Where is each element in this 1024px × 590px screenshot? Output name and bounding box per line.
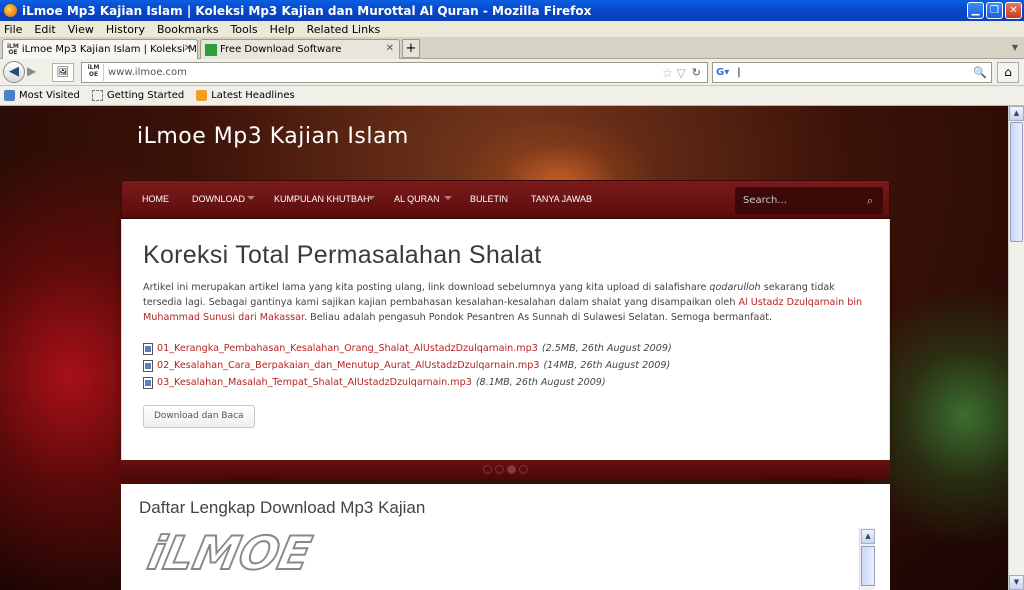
scroll-up-icon[interactable]: ▲ [861,529,875,544]
forward-button[interactable]: ▶ [27,64,36,78]
rss-icon [196,90,208,101]
ilmoe-logo: iLMOE [143,525,317,580]
slider-dot[interactable] [495,465,504,474]
nav-tanya-jawab[interactable]: TANYA JAWAB [531,194,592,204]
file-meta: (14MB, 26th August 2009) [543,360,671,371]
tab-label: iLmoe Mp3 Kajian Islam | Koleksi Mp3 Kaj… [21,44,197,55]
inner-scrollbar[interactable]: ▲ [859,528,875,590]
new-tab-button[interactable]: + [402,39,420,58]
svg-text:iLMOE: iLMOE [143,526,316,579]
nav-kumpulan-khutbah[interactable]: KUMPULAN KHUTBAH [274,194,370,204]
file-meta: (8.1MB, 26th August 2009) [475,377,606,388]
scroll-thumb[interactable] [861,546,875,586]
navigation-toolbar: ◀ ▶ 🖼 iLM OE www.ilmoe.com ☆ ▽ ↻ G▾ | 🔍 ⌂ [0,59,1024,86]
menu-related-links[interactable]: Related Links [307,23,381,36]
back-button[interactable]: ◀ [3,61,25,83]
article-title[interactable]: Koreksi Total Permasalahan Shalat [143,241,542,270]
firefox-icon [4,4,17,17]
tab-free-download[interactable]: Free Download Software ✕ [200,39,400,59]
page-scrollbar[interactable]: ▲ ▼ [1008,106,1024,590]
chevron-down-icon [444,196,452,200]
scroll-thumb[interactable] [1010,122,1023,242]
slider-dot-active[interactable] [507,465,516,474]
bookmark-most-visited[interactable]: Most Visited [4,90,80,101]
bookmark-latest-headlines[interactable]: Latest Headlines [196,90,295,101]
tab-close-icon[interactable]: ✕ [386,43,394,54]
menu-help[interactable]: Help [270,23,295,36]
menu-history[interactable]: History [106,23,145,36]
slider-dot[interactable] [483,465,492,474]
menu-bookmarks[interactable]: Bookmarks [157,23,218,36]
page-icon [91,90,103,101]
nav-home[interactable]: HOME [142,194,169,204]
chevron-down-icon [247,196,255,200]
audio-file-icon [143,376,153,389]
menu-view[interactable]: View [68,23,94,36]
scroll-up-icon[interactable]: ▲ [1009,106,1024,121]
bookmarks-toolbar: Most Visited Getting Started Latest Head… [0,86,1024,106]
file-link[interactable]: 01_Kerangka_Pembahasan_Kesalahan_Orang_S… [157,343,538,354]
google-search-engine-icon[interactable]: G▾ [716,67,729,78]
main-navigation: HOME DOWNLOAD KUMPULAN KHUTBAH AL QURAN … [121,180,890,219]
slider-pager [121,460,890,479]
window-titlebar: iLmoe Mp3 Kajian Islam | Koleksi Mp3 Kaj… [0,0,1024,21]
slider-dot[interactable] [519,465,528,474]
menu-bar: File Edit View History Bookmarks Tools H… [0,21,1024,37]
search-icon[interactable]: 🔍 [973,66,987,79]
green-favicon-icon [205,43,217,56]
ilmoe-favicon-icon: iLM OE [7,42,19,56]
menu-edit[interactable]: Edit [34,23,55,36]
page-viewport: iLmoe Mp3 Kajian Islam HOME DOWNLOAD KUM… [0,106,1008,590]
nav-download[interactable]: DOWNLOAD [192,194,245,204]
download-dan-baca-button[interactable]: Download dan Baca [143,405,255,428]
site-identity-icon[interactable]: iLM OE [84,64,104,81]
bookmark-star-icon[interactable]: ☆ ▽ [662,66,686,80]
article-paragraph: Artikel ini merupakan artikel lama yang … [143,282,863,323]
nav-buletin[interactable]: BULETIN [470,194,508,204]
nav-al-quran[interactable]: AL QURAN [394,194,440,204]
section-title: Daftar Lengkap Download Mp3 Kajian [139,498,426,517]
search-icon[interactable]: ⌕ [867,187,873,214]
restore-button[interactable]: ❐ [986,2,1003,19]
search-input[interactable]: | [737,67,740,78]
featured-article: Koreksi Total Permasalahan Shalat Artike… [121,219,890,460]
bookmark-getting-started[interactable]: Getting Started [91,90,184,101]
chevron-down-icon [367,196,375,200]
file-link[interactable]: 03_Kesalahan_Masalah_Tempat_Shalat_AlUst… [157,377,472,388]
tab-label: Free Download Software [220,44,342,55]
page-icon-button[interactable]: 🖼 [52,63,74,82]
scroll-down-icon[interactable]: ▼ [1009,575,1024,590]
file-item: 01_Kerangka_Pembahasan_Kesalahan_Orang_S… [143,340,672,357]
site-title[interactable]: iLmoe Mp3 Kajian Islam [137,124,409,149]
file-link[interactable]: 02_Kesalahan_Cara_Berpakaian_dan_Menutup… [157,360,539,371]
tab-list-dropdown-icon[interactable]: ▼ [1012,43,1018,52]
close-window-button[interactable]: ✕ [1005,2,1022,19]
reload-icon[interactable]: ↻ [692,66,701,79]
menu-file[interactable]: File [4,23,22,36]
url-bar[interactable]: iLM OE www.ilmoe.com ☆ ▽ ↻ [81,62,708,83]
file-item: 02_Kesalahan_Cara_Berpakaian_dan_Menutup… [143,357,672,374]
audio-file-icon [143,342,153,355]
url-text[interactable]: www.ilmoe.com [108,67,662,78]
tab-ilmoe[interactable]: iLM OE iLmoe Mp3 Kajian Islam | Koleksi M… [2,39,198,59]
file-item: 03_Kesalahan_Masalah_Tempat_Shalat_AlUst… [143,374,672,391]
minimize-button[interactable]: ▁ [967,2,984,19]
folder-icon [4,90,15,101]
file-list: 01_Kerangka_Pembahasan_Kesalahan_Orang_S… [143,340,672,391]
window-title: iLmoe Mp3 Kajian Islam | Koleksi Mp3 Kaj… [22,3,592,18]
search-bar[interactable]: G▾ | 🔍 [712,62,992,83]
download-list-section: Daftar Lengkap Download Mp3 Kajian iLMOE… [121,484,890,590]
site-search-input[interactable]: Search... ⌕ [735,187,883,214]
home-button[interactable]: ⌂ [997,62,1019,83]
tab-close-icon[interactable]: ✕ [184,43,192,54]
tab-bar: iLM OE iLmoe Mp3 Kajian Islam | Koleksi M… [0,37,1024,59]
menu-tools[interactable]: Tools [230,23,257,36]
file-meta: (2.5MB, 26th August 2009) [541,343,672,354]
audio-file-icon [143,359,153,372]
